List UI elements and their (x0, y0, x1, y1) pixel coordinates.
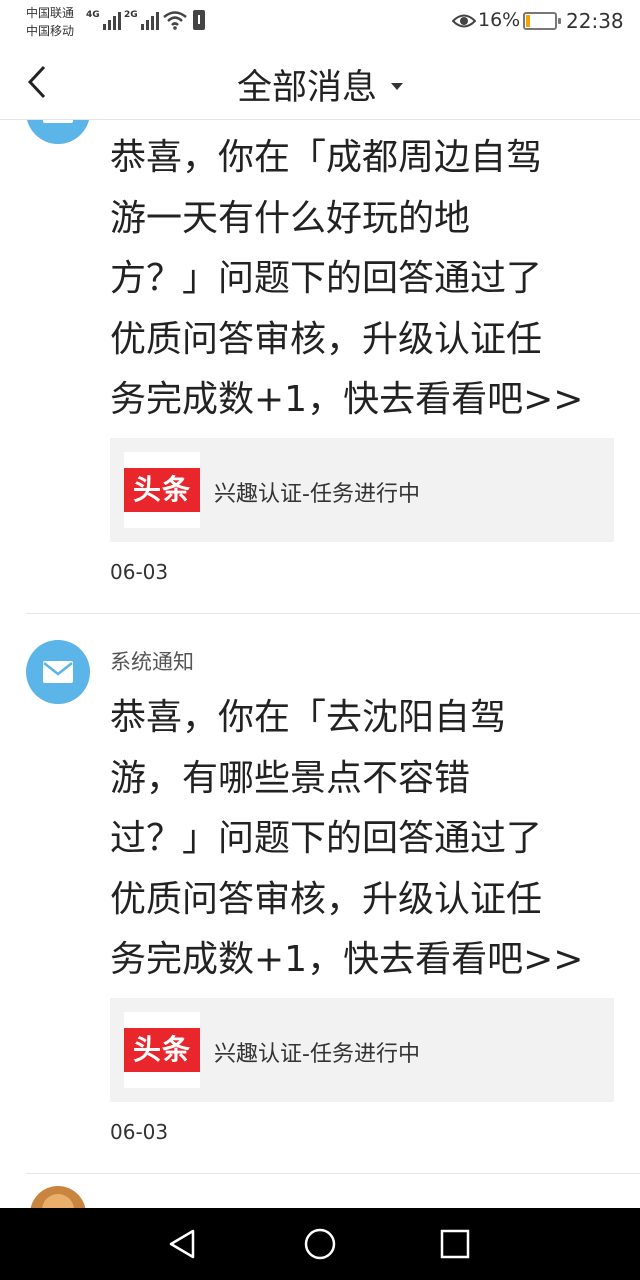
page-title[interactable]: 全部消息 (0, 59, 640, 110)
battery-percent: 16% (478, 9, 521, 31)
status-bar: 中国联通 中国移动 4G 2G 16% 22:38 (0, 0, 640, 44)
message-line: 优质问答审核，升级认证任 (110, 318, 543, 360)
battery-level (526, 15, 530, 27)
message-body: 恭喜，你在「成都周边自驾 游一天有什么好玩的地 方？」问题下的回答通过了 优质问… (110, 128, 610, 431)
carrier-2: 中国移动 (26, 24, 75, 38)
message-line: 游，有哪些景点不容错 (110, 757, 471, 799)
screen: 中国联通 中国移动 4G 2G 16% 22:38 全部消息 恭喜，你在「成都周… (0, 0, 640, 1280)
task-card[interactable]: 头条 兴趣认证-任务进行中 (110, 438, 614, 542)
battery-icon (523, 12, 561, 30)
carrier-names: 中国联通 中国移动 (26, 4, 74, 40)
caret-down-icon (391, 82, 403, 90)
wifi-icon (163, 11, 187, 30)
clock: 22:38 (566, 9, 624, 33)
message-line: 过？」问题下的回答通过了 (110, 818, 543, 859)
message-line: 恭喜，你在「去沈阳自驾 (110, 697, 507, 738)
square-recents-icon[interactable] (437, 1226, 473, 1262)
message-line: 务完成数+1，快去看看吧>> (110, 939, 584, 980)
divider (26, 613, 640, 614)
avatar (30, 1186, 86, 1208)
navigation-bar (0, 1208, 640, 1280)
sim-icon (193, 10, 205, 30)
network-type-2: 2G (124, 10, 138, 20)
signal-1-icon: 4G (86, 10, 121, 30)
carrier-1: 中国联通 (26, 6, 75, 20)
card-label: 兴趣认证-任务进行中 (214, 1042, 420, 1067)
task-card[interactable]: 头条 兴趣认证-任务进行中 (110, 998, 614, 1102)
message-line: 务完成数+1，快去看看吧>> (110, 379, 584, 420)
message-list[interactable]: 恭喜，你在「成都周边自驾 游一天有什么好玩的地 方？」问题下的回答通过了 优质问… (0, 120, 640, 1208)
logo-text: 头条 (124, 468, 200, 512)
message-line: 恭喜，你在「成都周边自驾 (110, 137, 543, 178)
message-line: 方？」问题下的回答通过了 (110, 258, 543, 299)
signal-2-icon: 2G (124, 10, 159, 30)
page-title-text: 全部消息 (236, 68, 377, 108)
mail-icon (43, 661, 73, 683)
message-line: 游一天有什么好玩的地 (110, 197, 471, 239)
header: 全部消息 (0, 44, 640, 120)
circle-home-icon[interactable] (302, 1226, 338, 1262)
toutiao-logo: 头条 (124, 1012, 200, 1088)
divider (26, 1173, 640, 1174)
eye-comfort-icon (452, 14, 476, 28)
triangle-back-icon[interactable] (165, 1226, 201, 1262)
network-type-1: 4G (86, 10, 100, 20)
message-line: 优质问答审核，升级认证任 (110, 878, 543, 920)
sender-name: 系统通知 (110, 650, 194, 674)
avatar (26, 120, 90, 144)
message-date: 06-03 (110, 1120, 169, 1144)
message-body: 恭喜，你在「去沈阳自驾 游，有哪些景点不容错 过？」问题下的回答通过了 优质问答… (110, 688, 610, 991)
message-date: 06-03 (110, 560, 169, 584)
toutiao-logo: 头条 (124, 452, 200, 528)
logo-text: 头条 (124, 1028, 200, 1072)
avatar (26, 640, 90, 704)
card-label: 兴趣认证-任务进行中 (214, 482, 420, 507)
mail-icon (43, 120, 73, 123)
